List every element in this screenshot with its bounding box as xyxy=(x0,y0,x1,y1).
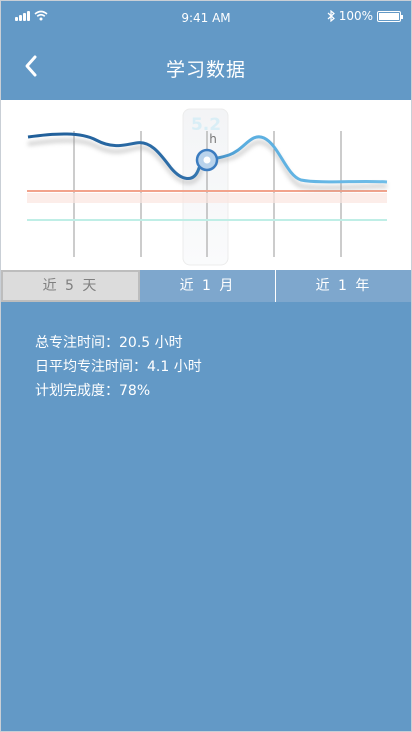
status-right: 100% xyxy=(327,9,403,23)
total-focus-time: 总专注时间：20.5 小时 xyxy=(35,335,183,351)
tab-5-days[interactable]: 近 5 天 xyxy=(1,270,140,302)
status-bar: 9:41 AM 100% xyxy=(1,1,411,35)
battery-icon xyxy=(377,10,403,22)
study-chart[interactable]: 5.2 h xyxy=(1,100,411,270)
daily-average-focus-time: 日平均专注时间：4.1 小时 xyxy=(35,359,202,375)
upper-reference-glow xyxy=(27,193,387,203)
bluetooth-icon xyxy=(327,10,335,22)
tab-1-month[interactable]: 近 1 月 xyxy=(140,270,276,302)
page-title: 学习数据 xyxy=(165,59,246,81)
plan-completion: 计划完成度：78% xyxy=(35,383,151,399)
selected-point-center xyxy=(203,156,211,164)
battery-percent: 100% xyxy=(338,9,373,23)
tooltip-unit: h xyxy=(209,132,217,146)
chart-panel: 5.2 h xyxy=(1,100,411,270)
range-tabs: 近 5 天 近 1 月 近 1 年 xyxy=(1,270,411,302)
tab-1-year[interactable]: 近 1 年 xyxy=(276,270,411,302)
phone-screen: 9:41 AM 100% 学习数据 5.2 h 近 5 天 近 1 月 近 1 … xyxy=(0,0,412,732)
stats-summary: 总专注时间：20.5 小时 日平均专注时间：4.1 小时 计划完成度：78% xyxy=(35,331,202,403)
nav-bar: 学习数据 xyxy=(1,35,411,99)
